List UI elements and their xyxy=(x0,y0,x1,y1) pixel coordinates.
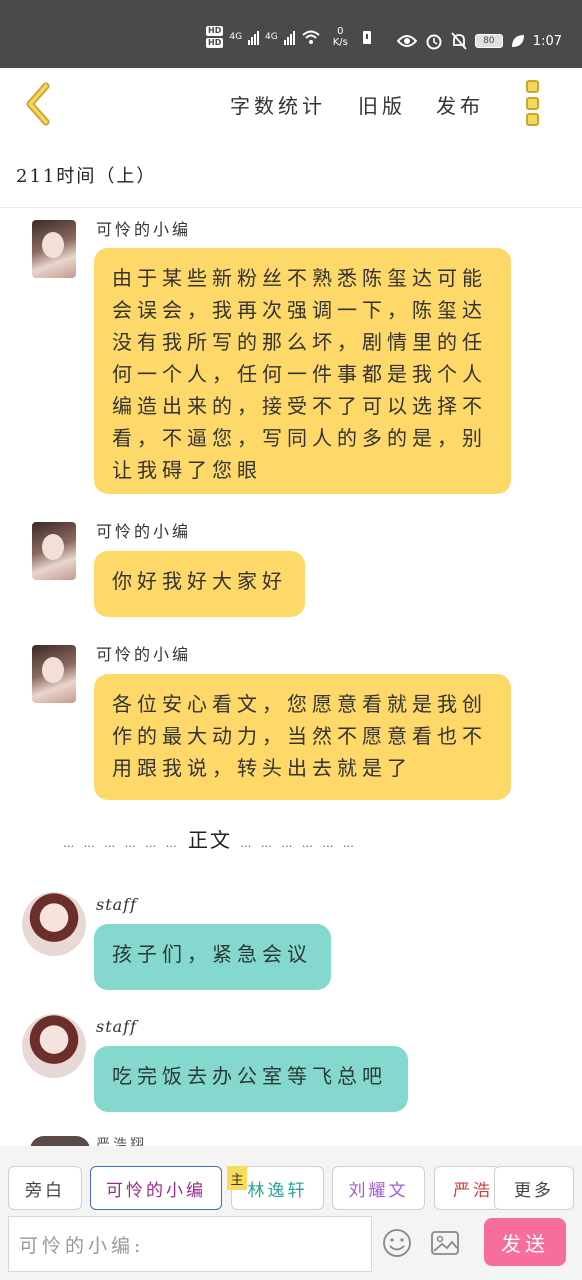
divider xyxy=(0,207,582,208)
hd-badges: HD HD xyxy=(206,26,224,48)
publish-button[interactable]: 发布 xyxy=(436,90,484,119)
staff-avatar[interactable] xyxy=(22,1014,86,1078)
role-chip-narration[interactable]: 旁白 xyxy=(8,1166,82,1210)
speed-unit: K/s xyxy=(332,37,348,48)
main-role-badge: 主 xyxy=(227,1166,247,1190)
hd-badge-2: HD xyxy=(206,38,224,48)
author-avatar[interactable] xyxy=(32,645,76,703)
role-chip-3[interactable]: 严浩 xyxy=(434,1166,500,1210)
role-chip-author[interactable]: 可怜的小编 xyxy=(90,1166,222,1210)
network-indicators: HD HD 4G 4G 0 K/s xyxy=(206,26,372,48)
more-menu-icon[interactable] xyxy=(526,80,544,126)
notification-icon xyxy=(362,31,371,44)
separator-label: 正文 xyxy=(188,828,232,852)
editor-toolbar: 字数统计 旧版 发布 xyxy=(0,68,582,138)
clock-time: 1:07 xyxy=(532,33,562,49)
message-bubble[interactable]: 各位安心看文，您愿意看就是我创作的最大动力，当然不愿意看也不用跟我说，转头出去就… xyxy=(94,674,511,800)
separator-dots-left: … … … … … … xyxy=(63,837,180,850)
author-avatar[interactable] xyxy=(32,220,76,278)
alarm-icon xyxy=(426,34,442,50)
message-bubble[interactable]: 由于某些新粉丝不熟悉陈玺达可能会误会，我再次强调一下，陈玺达没有我所写的那么坏，… xyxy=(94,248,511,494)
leaf-icon xyxy=(511,35,524,47)
signal-icon xyxy=(248,29,260,45)
mute-icon xyxy=(451,32,467,50)
message-sender: staff xyxy=(96,1017,138,1036)
message-sender: staff xyxy=(96,895,138,914)
old-version-button[interactable]: 旧版 xyxy=(358,90,406,119)
message-input[interactable]: 可怜的小编: xyxy=(8,1216,372,1272)
message-bubble[interactable]: 你好我好大家好 xyxy=(94,551,305,617)
chapter-title[interactable]: 211时间（上） xyxy=(16,162,156,188)
back-icon[interactable] xyxy=(22,82,58,126)
message-sender: 可怜的小编 xyxy=(96,220,192,239)
message-sender: 可怜的小编 xyxy=(96,522,192,541)
word-count-button[interactable]: 字数统计 xyxy=(230,90,326,119)
image-icon[interactable] xyxy=(430,1228,460,1258)
signal-icon-2 xyxy=(283,29,295,45)
send-button[interactable]: 发送 xyxy=(484,1218,566,1266)
network-type-1: 4G xyxy=(229,32,243,42)
network-type-2: 4G xyxy=(265,32,278,42)
wifi-icon xyxy=(302,30,320,44)
message-sender: 严浩翔 xyxy=(96,1137,147,1146)
message-bubble[interactable]: 孩子们，紧急会议 xyxy=(94,924,331,990)
message-bubble[interactable]: 吃完饭去办公室等飞总吧 xyxy=(94,1046,408,1112)
body-separator: … … … … … … 正文 … … … … … … xyxy=(0,824,420,853)
message-sender: 可怜的小编 xyxy=(96,645,192,664)
more-roles-button[interactable]: 更多 xyxy=(494,1166,574,1210)
role-chip-2[interactable]: 刘耀文 xyxy=(332,1166,425,1210)
speed-value: 0 xyxy=(337,26,344,37)
hd-badge-1: HD xyxy=(206,26,224,36)
compose-panel: 旁白 可怜的小编 林逸轩 主 刘耀文 严浩 更多 可怜的小编: 发送 xyxy=(0,1146,582,1280)
eye-icon xyxy=(396,35,417,47)
system-indicators: 80 1:07 xyxy=(396,32,562,50)
battery-icon: 80 xyxy=(474,34,503,48)
author-avatar[interactable] xyxy=(32,522,76,580)
staff-avatar[interactable] xyxy=(22,892,86,956)
status-bar: HD HD 4G 4G 0 K/s 80 1:07 xyxy=(0,0,582,68)
separator-dots-right: … … … … … … xyxy=(240,837,357,850)
emoji-icon[interactable] xyxy=(382,1228,412,1258)
network-speed: 0 K/s xyxy=(333,26,348,48)
